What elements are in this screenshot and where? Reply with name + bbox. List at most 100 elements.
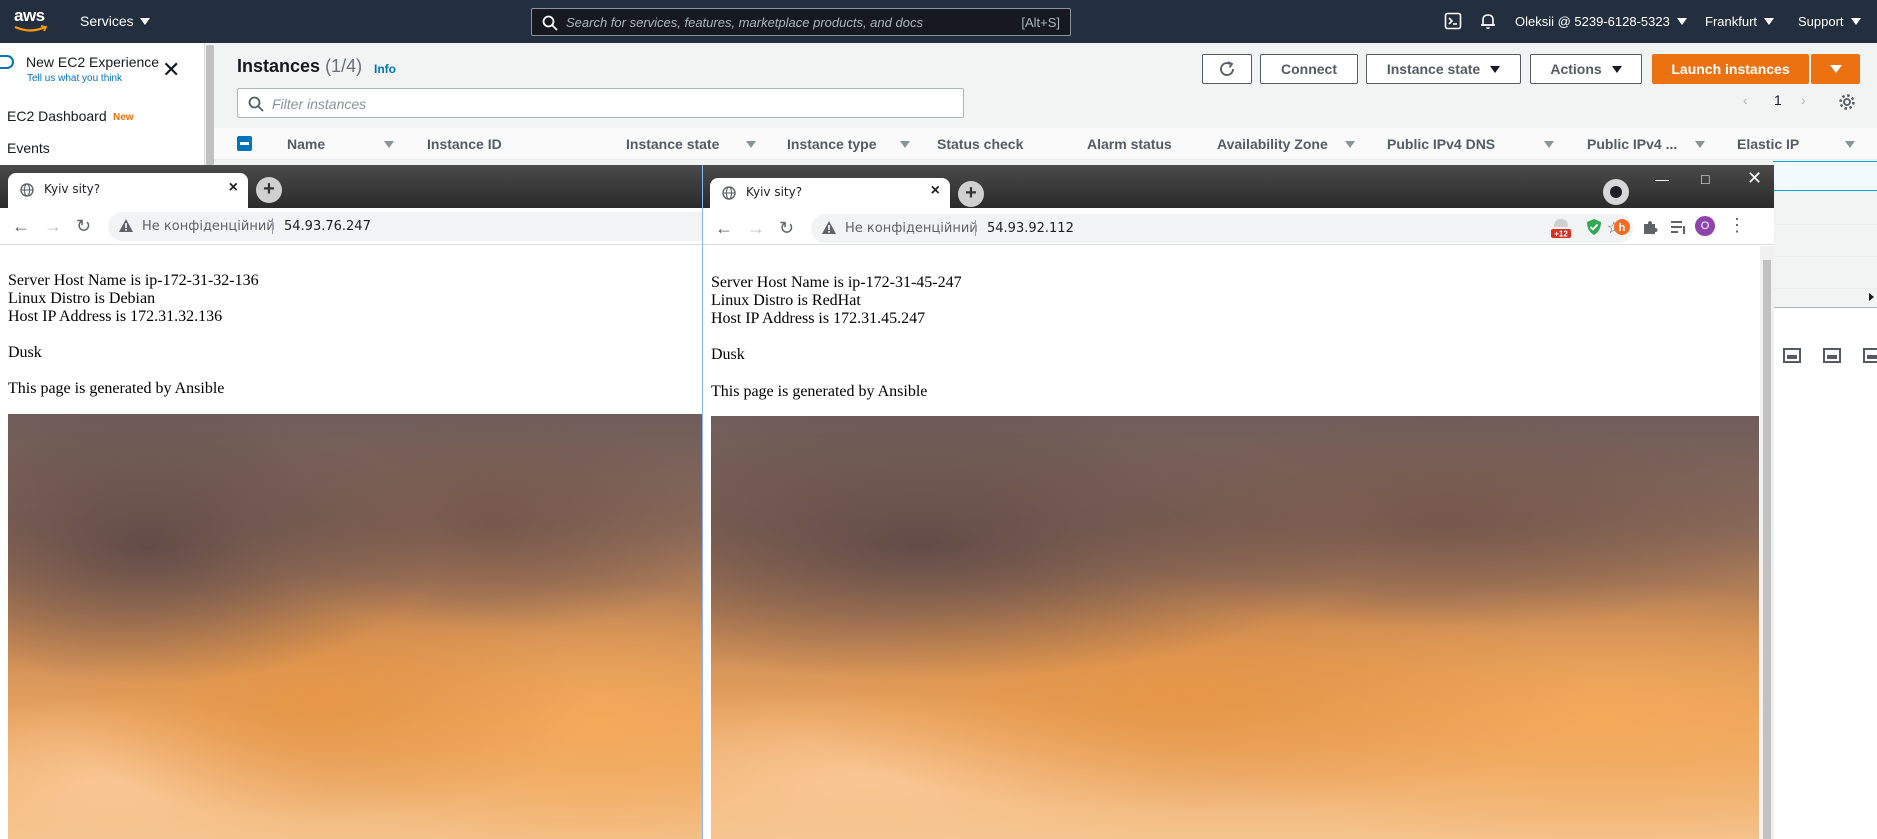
back-icon[interactable]: ← <box>12 216 30 237</box>
aws-logo[interactable]: aws <box>14 6 54 36</box>
close-tab-icon[interactable]: × <box>229 179 238 197</box>
aws-logo-text: aws <box>14 6 45 25</box>
new-tab-button[interactable]: + <box>256 177 282 203</box>
filter-placeholder: Filter instances <box>272 96 367 112</box>
tab-kyiv-right[interactable]: Kyiv sity? × <box>710 178 950 208</box>
page-title: Instances (1/4) <box>237 56 362 77</box>
column-elastic-ip[interactable]: Elastic IP <box>1737 136 1799 152</box>
address-bar[interactable]: Не конфіденційний 54.93.92.112 ☆ <box>811 214 1633 243</box>
actions-button[interactable]: Actions <box>1530 54 1642 84</box>
address-bar[interactable]: Не конфіденційний 54.93.76.247 <box>108 212 702 241</box>
distro-line: Linux Distro is Debian <box>8 290 156 307</box>
global-search-input[interactable]: Search for services, features, marketpla… <box>531 8 1071 36</box>
table-row[interactable] <box>1773 161 1877 191</box>
gear-icon[interactable] <box>1838 93 1856 111</box>
sidebar-item-events[interactable]: Events <box>7 140 50 156</box>
split-hide-icon[interactable] <box>1863 348 1877 363</box>
feedback-link[interactable]: Tell us what you think <box>27 73 122 84</box>
split-bottom-icon[interactable] <box>1783 348 1801 363</box>
honey-extension-icon[interactable]: h <box>1613 218 1631 236</box>
extension-badge-icon[interactable]: +12 <box>1551 217 1571 239</box>
column-status-check[interactable]: Status check <box>937 136 1023 152</box>
reload-icon[interactable]: ↻ <box>779 218 794 239</box>
aws-smile-icon <box>14 25 48 32</box>
column-public-dns[interactable]: Public IPv4 DNS <box>1387 136 1495 152</box>
scroll-right-icon[interactable] <box>1869 293 1874 301</box>
search-shortcut: [Alt+S] <box>1021 15 1060 30</box>
sidebar-scrollbar[interactable] <box>204 43 214 173</box>
column-instance-id[interactable]: Instance ID <box>427 136 502 152</box>
ec2-sidebar: New EC2 Experience Tell us what you thin… <box>0 43 214 173</box>
caret-down-icon <box>1829 65 1842 73</box>
close-tab-icon[interactable]: × <box>931 182 940 200</box>
sort-icon[interactable] <box>746 141 756 148</box>
cloudshell-icon[interactable] <box>1444 12 1462 30</box>
column-instance-type[interactable]: Instance type <box>787 136 876 152</box>
sort-icon[interactable] <box>900 141 910 148</box>
next-page-icon[interactable]: › <box>1801 92 1806 108</box>
instance-state-button[interactable]: Instance state <box>1366 54 1521 84</box>
sort-icon[interactable] <box>1845 141 1855 148</box>
table-row[interactable] <box>1773 288 1877 289</box>
warning-icon <box>822 221 836 234</box>
tab-kyiv-left[interactable]: Kyiv sity? × <box>8 173 248 208</box>
sort-icon[interactable] <box>1695 141 1705 148</box>
support-menu[interactable]: Support <box>1798 14 1861 29</box>
select-all-checkbox[interactable] <box>237 136 252 151</box>
close-window-icon[interactable]: ✕ <box>1747 168 1762 189</box>
bell-icon[interactable] <box>1479 12 1497 30</box>
minimize-icon[interactable]: — <box>1655 171 1669 187</box>
url-text: 54.93.92.112 <box>987 221 1074 236</box>
menu-kebab-icon[interactable]: ⋮ <box>1728 216 1746 234</box>
table-row[interactable] <box>1773 224 1877 225</box>
page-number[interactable]: 1 <box>1774 92 1782 108</box>
sort-icon[interactable] <box>1345 141 1355 148</box>
caret-down-icon <box>1490 65 1501 73</box>
reload-icon[interactable]: ↻ <box>76 216 91 237</box>
sort-icon[interactable] <box>384 141 394 148</box>
tab-search-button[interactable] <box>1603 179 1629 205</box>
caret-down-icon <box>1676 18 1687 25</box>
forward-icon[interactable]: → <box>44 216 62 237</box>
column-public-ipv4[interactable]: Public IPv4 ... <box>1587 136 1677 152</box>
refresh-button[interactable] <box>1202 54 1252 84</box>
info-link[interactable]: Info <box>374 62 396 76</box>
launch-dropdown-button[interactable] <box>1811 54 1860 84</box>
browser-toolbar: ← → ↻ Не конфіденційний 54.93.76.247 <box>0 208 702 245</box>
tab-title: Kyiv sity? <box>746 185 803 199</box>
back-icon[interactable]: ← <box>715 218 733 239</box>
column-alarm-status[interactable]: Alarm status <box>1087 136 1172 152</box>
profile-avatar[interactable]: O <box>1695 216 1715 236</box>
table-row[interactable] <box>1773 256 1877 257</box>
forward-icon[interactable]: → <box>747 218 765 239</box>
launch-instances-button[interactable]: Launch instances <box>1652 54 1809 84</box>
filter-instances-input[interactable]: Filter instances <box>237 88 964 118</box>
split-side-icon[interactable] <box>1823 348 1841 363</box>
sort-icon[interactable] <box>1544 141 1554 148</box>
column-instance-state[interactable]: Instance state <box>626 136 719 152</box>
sidebar-item-ec2-dashboard[interactable]: EC2 Dashboard <box>7 108 107 124</box>
shield-icon[interactable] <box>1585 218 1603 236</box>
sunset-sky-image <box>8 414 702 839</box>
media-queue-icon[interactable] <box>1669 218 1687 236</box>
globe-icon <box>722 186 736 200</box>
connect-button[interactable]: Connect <box>1260 54 1358 84</box>
services-menu[interactable]: Services <box>80 13 150 29</box>
puzzle-icon[interactable] <box>1641 218 1659 236</box>
details-split-panel <box>1773 307 1877 839</box>
close-icon[interactable]: ✕ <box>162 59 180 81</box>
new-experience-toggle[interactable] <box>0 55 14 69</box>
column-name[interactable]: Name <box>287 136 325 152</box>
maximize-icon[interactable]: □ <box>1701 171 1709 187</box>
instances-count: (1/4) <box>325 56 363 76</box>
region-menu[interactable]: Frankfurt <box>1705 14 1775 29</box>
tab-strip: Kyiv sity? × + <box>0 165 702 208</box>
instance-state-label: Instance state <box>1386 61 1481 77</box>
column-availability-zone[interactable]: Availability Zone <box>1217 136 1328 152</box>
account-menu[interactable]: Oleksii @ 5239-6128-5323 <box>1515 14 1687 29</box>
page-scrollbar[interactable] <box>1760 246 1774 839</box>
prev-page-icon[interactable]: ‹ <box>1743 92 1748 108</box>
new-badge: New <box>113 112 134 123</box>
svg-text:h: h <box>1619 222 1626 234</box>
new-tab-button[interactable]: + <box>958 181 984 207</box>
